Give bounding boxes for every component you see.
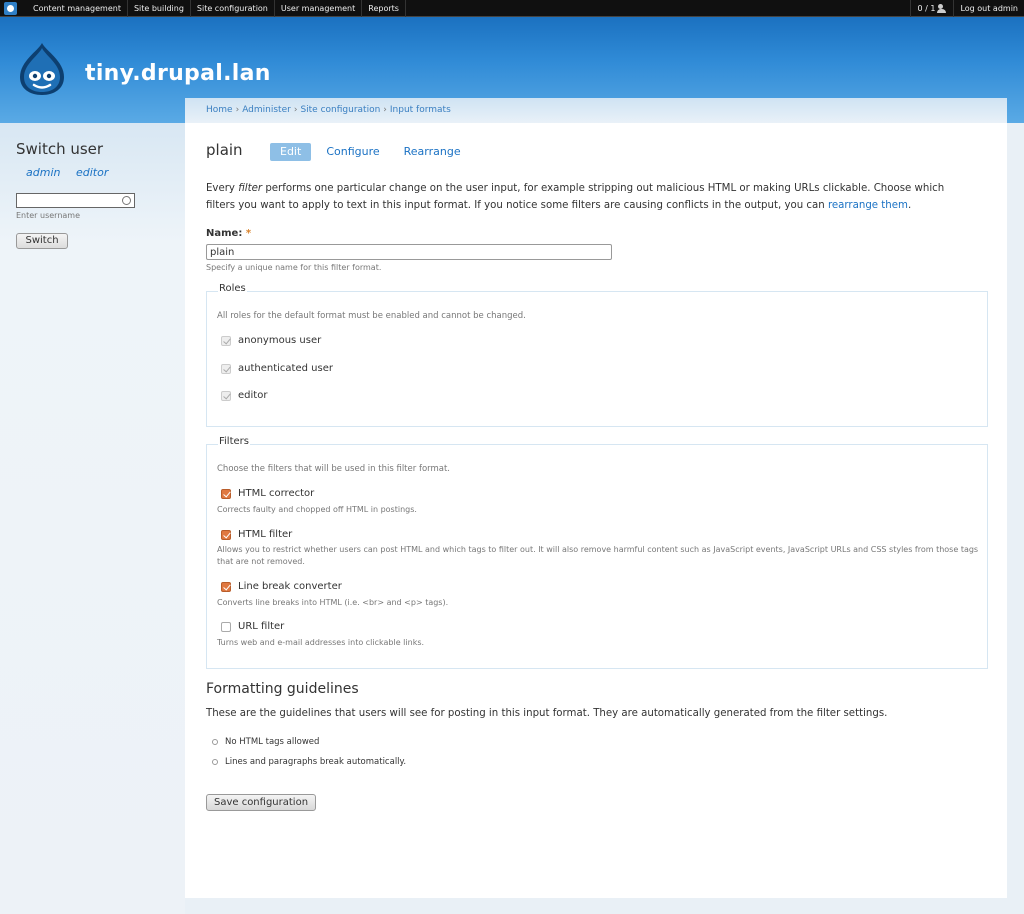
filter-url-filter[interactable]: URL filter: [221, 621, 284, 632]
intro-end: .: [907, 200, 912, 211]
user-count-text: 0 / 1: [917, 4, 936, 13]
filter-label[interactable]: HTML corrector: [238, 488, 314, 499]
username-hint: Enter username: [16, 211, 81, 220]
formatting-guidelines-intro: These are the guidelines that users will…: [206, 708, 888, 719]
guideline-item: No HTML tags allowed: [212, 737, 319, 747]
required-marker: *: [245, 228, 252, 239]
breadcrumb-administer[interactable]: Administer: [242, 105, 291, 115]
filter-checkbox-unchecked[interactable]: [221, 621, 231, 632]
filter-line-break-converter[interactable]: Line break converter: [221, 581, 342, 592]
save-configuration-button[interactable]: Save configuration: [206, 794, 316, 811]
admin-menu-reports[interactable]: Reports: [362, 0, 406, 17]
filters-legend: Filters: [218, 436, 250, 447]
name-input[interactable]: [206, 244, 612, 260]
admin-menu-content-management[interactable]: Content management: [27, 0, 128, 17]
filter-description: Converts line breaks into HTML (i.e. <br…: [217, 598, 449, 607]
admin-menu-user-management[interactable]: User management: [275, 0, 363, 17]
breadcrumb-home[interactable]: Home: [206, 105, 233, 115]
rearrange-them-link[interactable]: rearrange them: [828, 200, 908, 211]
guideline-text: No HTML tags allowed: [225, 737, 320, 747]
role-anonymous-user: anonymous user: [221, 335, 321, 346]
drupal-icon[interactable]: [4, 2, 17, 15]
switch-user-title: Switch user: [16, 140, 104, 158]
filter-label[interactable]: Line break converter: [238, 581, 342, 592]
drupal-drop-logo-icon[interactable]: [16, 41, 68, 97]
filter-label[interactable]: HTML filter: [238, 529, 292, 540]
filter-description: Turns web and e-mail addresses into clic…: [217, 638, 425, 647]
roles-description: All roles for the default format must be…: [217, 311, 526, 321]
site-name[interactable]: tiny.drupal.lan: [85, 61, 271, 86]
guideline-item: Lines and paragraphs break automatically…: [212, 757, 406, 767]
tab-edit[interactable]: Edit: [270, 143, 312, 161]
filters-fieldset: Filters Choose the filters that will be …: [206, 436, 988, 669]
role-label: anonymous user: [238, 335, 322, 346]
role-checkbox-disabled: [221, 390, 231, 401]
logout-link[interactable]: Log out admin: [953, 0, 1024, 17]
filter-checkbox-checked[interactable]: [221, 529, 231, 540]
name-description: Specify a unique name for this filter fo…: [206, 263, 382, 272]
admin-menu-bar: Content management Site building Site co…: [0, 0, 1024, 17]
sidebar: Switch user admin editor Enter username …: [0, 123, 185, 914]
switch-user-admin-link[interactable]: admin: [26, 166, 60, 179]
intro-part-1: Every: [206, 183, 239, 194]
name-label: Name: *: [206, 228, 251, 239]
admin-menu-right: 0 / 1 Log out admin: [910, 0, 1024, 17]
role-label: authenticated user: [238, 363, 333, 374]
users-icon: [937, 4, 947, 13]
breadcrumb-separator: ›: [235, 105, 240, 115]
filter-description: Allows you to restrict whether users can…: [217, 545, 979, 566]
autocomplete-throbber-icon: [122, 196, 131, 205]
breadcrumb: Home › Administer › Site configuration › Input…: [185, 98, 1007, 123]
username-input[interactable]: [16, 193, 135, 208]
filter-label[interactable]: URL filter: [238, 621, 284, 632]
role-editor: editor: [221, 390, 267, 401]
tab-configure[interactable]: Configure: [315, 143, 390, 161]
roles-legend: Roles: [218, 283, 247, 294]
breadcrumb-site-configuration[interactable]: Site configuration: [300, 105, 380, 115]
switch-button[interactable]: Switch: [16, 233, 68, 249]
user-counter[interactable]: 0 / 1: [910, 0, 953, 17]
tabs: Edit Configure Rearrange: [270, 143, 474, 161]
switch-user-editor-link[interactable]: editor: [76, 166, 108, 179]
admin-menu-site-configuration[interactable]: Site configuration: [191, 0, 275, 17]
role-checkbox-disabled: [221, 363, 231, 374]
filter-html-corrector[interactable]: HTML corrector: [221, 488, 314, 499]
breadcrumb-separator: ›: [383, 105, 387, 115]
formatting-guidelines-title: Formatting guidelines: [206, 681, 359, 697]
filter-checkbox-checked[interactable]: [221, 581, 231, 592]
filter-checkbox-checked[interactable]: [221, 488, 231, 499]
tab-rearrange[interactable]: Rearrange: [393, 143, 472, 161]
bullet-icon: [212, 759, 218, 765]
main-content: Home › Administer › Site configuration › Input…: [185, 98, 1007, 898]
intro-text: Every filter performs one particular cha…: [206, 180, 976, 214]
role-label: editor: [238, 390, 268, 401]
role-authenticated-user: authenticated user: [221, 363, 333, 374]
filter-description: Corrects faulty and chopped off HTML in …: [217, 505, 417, 514]
intro-emphasis: filter: [238, 183, 263, 194]
name-label-text: Name:: [206, 228, 243, 239]
page-title: plain: [206, 141, 243, 159]
role-checkbox-disabled: [221, 335, 231, 346]
admin-menu-items: Content management Site building Site co…: [27, 0, 406, 17]
filters-description: Choose the filters that will be used in …: [217, 464, 451, 474]
filter-html-filter[interactable]: HTML filter: [221, 529, 292, 540]
switch-user-links: admin editor: [26, 166, 120, 179]
breadcrumb-separator: ›: [293, 105, 298, 115]
guideline-text: Lines and paragraphs break automatically…: [225, 757, 407, 767]
bullet-icon: [212, 739, 218, 745]
admin-menu-site-building[interactable]: Site building: [128, 0, 191, 17]
breadcrumb-input-formats[interactable]: Input formats: [390, 105, 451, 115]
roles-fieldset: Roles All roles for the default format m…: [206, 283, 988, 427]
